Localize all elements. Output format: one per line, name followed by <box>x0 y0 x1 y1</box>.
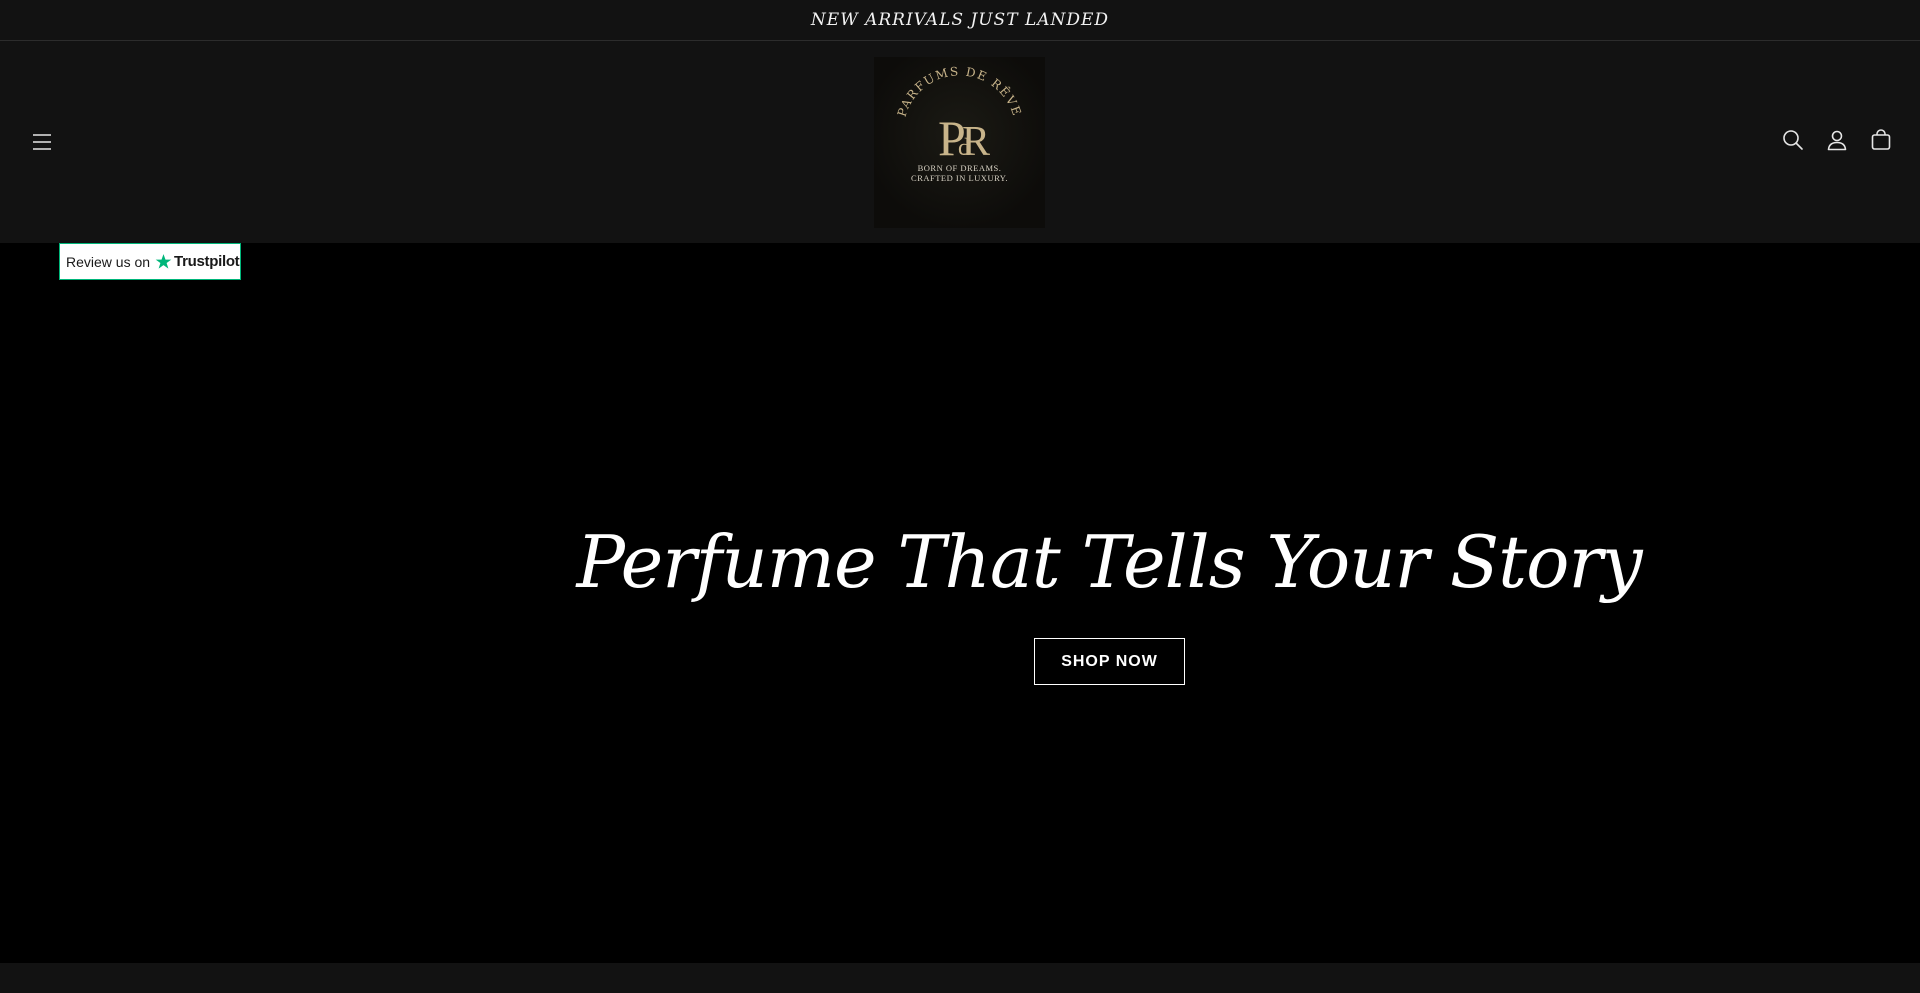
account-button[interactable] <box>1822 125 1852 155</box>
search-button[interactable] <box>1778 125 1808 155</box>
shop-now-button[interactable]: SHOP NOW <box>1034 638 1185 685</box>
hamburger-menu-icon <box>33 134 51 150</box>
cart-button[interactable] <box>1866 125 1896 155</box>
trustpilot-star-icon <box>155 254 172 269</box>
header-icons <box>1778 125 1896 155</box>
svg-text:CRAFTED IN LUXURY.: CRAFTED IN LUXURY. <box>911 173 1008 183</box>
hero-title: Perfume That Tells Your Story <box>576 520 1642 604</box>
announcement-bar: NEW ARRIVALS JUST LANDED <box>0 0 1920 41</box>
section-divider <box>0 963 1920 993</box>
trustpilot-brand: Trustpilot <box>155 253 240 270</box>
svg-text:BORN OF DREAMS.: BORN OF DREAMS. <box>918 163 1002 173</box>
svg-text:R: R <box>962 119 990 165</box>
trustpilot-review-widget[interactable]: Review us on Trustpilot <box>59 243 241 280</box>
cart-icon <box>1871 129 1891 150</box>
parfums-de-reve-logo: PARFUMS DE RÊVE P d R BORN OF DREAMS. CR… <box>895 64 1023 183</box>
menu-button[interactable] <box>28 128 56 156</box>
site-header: PARFUMS DE RÊVE P d R BORN OF DREAMS. CR… <box>0 41 1920 243</box>
trustpilot-review-text: Review us on <box>66 253 151 270</box>
trustpilot-brand-text: Trustpilot <box>174 253 240 270</box>
announcement-text: NEW ARRIVALS JUST LANDED <box>810 10 1110 30</box>
site-logo[interactable]: PARFUMS DE RÊVE P d R BORN OF DREAMS. CR… <box>874 57 1045 228</box>
shop-now-label: SHOP NOW <box>1061 652 1158 670</box>
search-icon <box>1783 130 1803 150</box>
account-icon <box>1827 130 1847 151</box>
